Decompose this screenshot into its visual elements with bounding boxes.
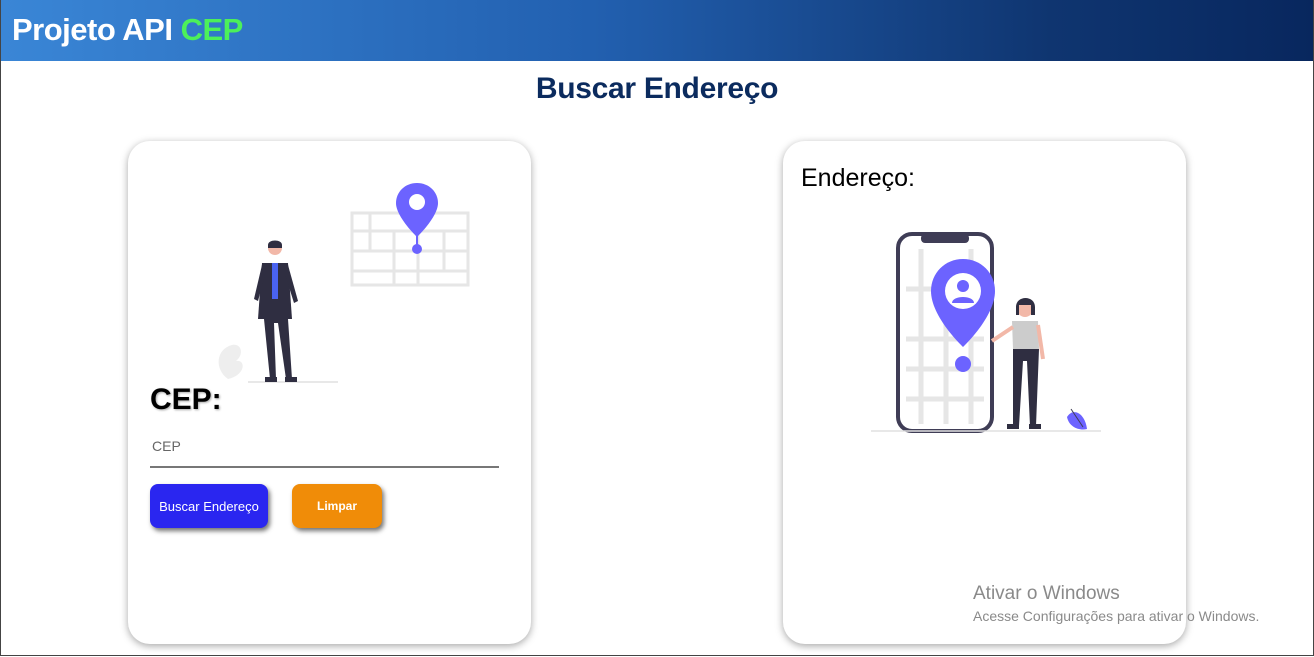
app-header: Projeto API CEP — [0, 0, 1314, 61]
result-card: Endereço: — [783, 141, 1186, 644]
windows-activation-subtitle: Acesse Configurações para ativar o Windo… — [973, 608, 1260, 624]
leaf-icon — [1067, 408, 1087, 430]
address-label: Endereço: — [801, 164, 915, 192]
phone-map-icon — [896, 232, 995, 433]
person-figure-icon — [254, 240, 298, 382]
leaf-icon — [218, 344, 243, 379]
cep-input[interactable] — [150, 426, 499, 468]
search-address-button[interactable]: Buscar Endereço — [150, 484, 268, 528]
brand-main-text: Projeto API — [12, 12, 173, 47]
brand-logo[interactable]: Projeto API CEP — [12, 12, 243, 48]
page-title: Buscar Endereço — [535, 72, 779, 105]
windows-activation-title: Ativar o Windows — [973, 583, 1120, 604]
person-map-illustration — [218, 183, 470, 383]
clear-button[interactable]: Limpar — [292, 484, 382, 528]
cep-label: CEP: — [150, 383, 222, 416]
brand-accent-text: CEP — [180, 12, 244, 47]
phone-map-illustration — [871, 232, 1101, 433]
search-card: CEP: Buscar Endereço Limpar — [128, 141, 531, 644]
woman-figure-icon — [990, 298, 1045, 429]
map-pin-icon — [396, 183, 438, 254]
